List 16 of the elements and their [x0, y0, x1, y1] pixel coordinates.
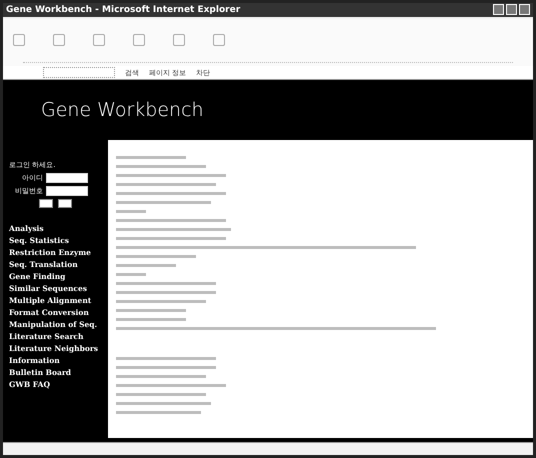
close-button[interactable]	[519, 4, 530, 16]
small-button[interactable]	[58, 199, 72, 208]
toolbar-icon[interactable]	[53, 34, 65, 46]
maximize-button[interactable]	[506, 4, 517, 16]
toolbar-icon[interactable]	[13, 34, 25, 46]
toolbar-icon[interactable]	[213, 34, 225, 46]
minimize-button[interactable]	[493, 4, 504, 16]
site-title: Gene Workbench	[41, 99, 204, 122]
small-button[interactable]	[39, 199, 53, 208]
toolbar-icon[interactable]	[133, 34, 145, 46]
input-field[interactable]	[46, 173, 88, 184]
input-field[interactable]	[46, 186, 88, 196]
search-combo[interactable]	[43, 67, 115, 78]
window-title: Gene Workbench - Microsoft Internet Explorer	[6, 4, 240, 15]
toolbar-icon[interactable]	[93, 34, 105, 46]
toolbar-icon[interactable]	[173, 34, 185, 46]
